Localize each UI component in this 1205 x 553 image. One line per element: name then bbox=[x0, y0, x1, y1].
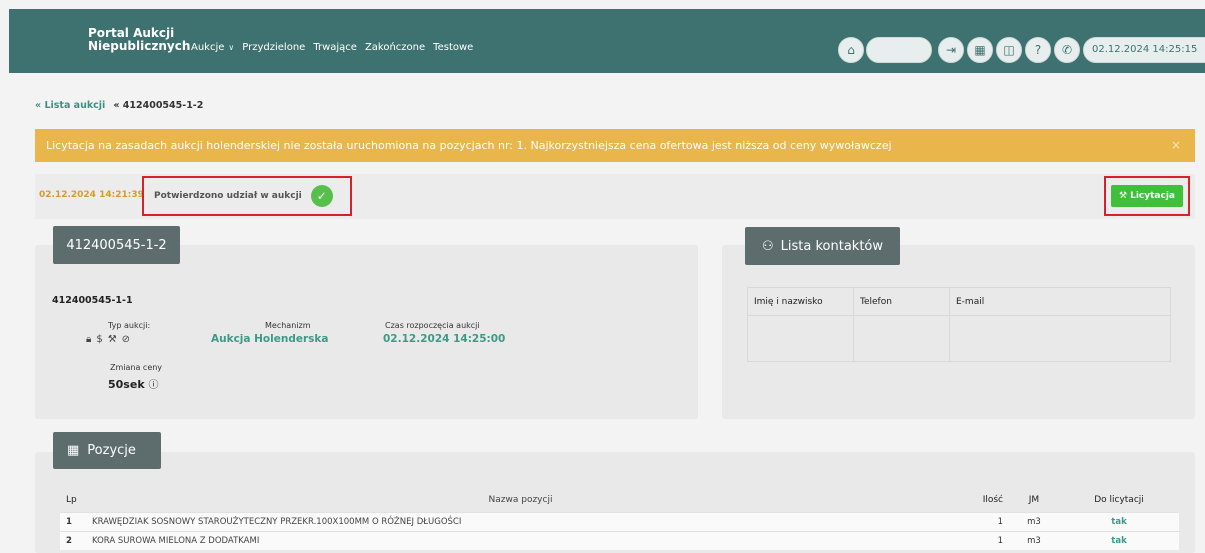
table-row[interactable]: 1 KRAWĘDZIAK SOSNOWY STAROUŻYTECZNY PRZE… bbox=[60, 511, 1179, 531]
phone-button[interactable]: ✆ bbox=[1054, 37, 1080, 63]
dollar-icon: $ bbox=[96, 334, 108, 345]
alert-close-button[interactable]: × bbox=[1171, 129, 1181, 162]
positions-card: Lp Nazwa pozycji Ilość JM Do licytacji 1… bbox=[35, 452, 1195, 553]
calculator-button[interactable]: ▦ bbox=[967, 37, 993, 63]
top-navbar: Portal Aukcji Niepublicznych Aukcje ∨ Prz… bbox=[9, 9, 1205, 73]
info-icon[interactable]: ⓘ bbox=[148, 380, 158, 391]
positions-tab-header: ▦ Pozycje bbox=[53, 432, 161, 469]
col-phone: Telefon bbox=[853, 287, 950, 316]
col-unit: JM bbox=[1028, 494, 1040, 505]
breadcrumb-back-link[interactable]: « Lista aukcji bbox=[35, 100, 105, 111]
contacts-tab-header: ⚇ Lista kontaktów bbox=[745, 227, 900, 265]
warning-alert: Licytacja na zasadach aukcji holenderski… bbox=[35, 129, 1195, 162]
price-change-value: 50sek ⓘ bbox=[108, 378, 159, 391]
grid-icon: ▦ bbox=[67, 443, 80, 458]
breadcrumb: « Lista aukcji « 412400545-1-2 bbox=[35, 100, 203, 111]
breadcrumb-current[interactable]: « 412400545-1-2 bbox=[113, 100, 203, 111]
hidden-icon: ⊘ bbox=[121, 334, 136, 345]
chevron-down-icon: ∨ bbox=[228, 43, 235, 52]
col-email: E-mail bbox=[949, 287, 1171, 316]
home-icon: ⌂ bbox=[847, 43, 855, 57]
logout-icon: ⇥ bbox=[945, 43, 957, 57]
calculator-icon: ▦ bbox=[974, 43, 986, 57]
auction-tab-header: 412400545-1-2 bbox=[53, 226, 180, 264]
book-icon: ◫ bbox=[1003, 43, 1015, 57]
auction-type-icons: 🔒︎$⚒⊘ bbox=[86, 334, 135, 345]
book-button[interactable]: ◫ bbox=[996, 37, 1022, 63]
help-icon: ? bbox=[1034, 43, 1042, 57]
auction-details-card: 412400545-1-1 Typ aukcji: 🔒︎$⚒⊘ Mechaniz… bbox=[35, 245, 698, 419]
start-time-value: 02.12.2024 14:25:00 bbox=[383, 333, 506, 345]
col-name: Imię i nazwisko bbox=[747, 287, 854, 316]
nav-item-aukcje[interactable]: Aukcje ∨ bbox=[191, 42, 234, 53]
col-quantity: Ilość bbox=[982, 494, 1003, 505]
help-button[interactable]: ? bbox=[1025, 37, 1051, 63]
auction-id: 412400545-1-1 bbox=[52, 295, 133, 306]
auction-type-label: Typ aukcji: bbox=[108, 321, 151, 330]
current-datetime: 02.12.2024 14:25:15 bbox=[1083, 37, 1205, 63]
gavel-icon: ⚒ bbox=[107, 334, 122, 345]
col-position-name: Nazwa pozycji bbox=[488, 494, 553, 505]
bid-button-highlight: ⚒ Licytacja bbox=[1104, 176, 1190, 216]
logout-button[interactable]: ⇥ bbox=[938, 37, 964, 63]
table-row[interactable]: 2 KORA SUROWA MIELONA Z DODATKAMI 1 m3 t… bbox=[60, 530, 1179, 550]
nav-item-trwajace[interactable]: Trwające bbox=[313, 42, 357, 53]
start-time-label: Czas rozpoczęcia aukcji bbox=[385, 321, 480, 330]
nav-item-zakonczone[interactable]: Zakończone bbox=[365, 42, 425, 53]
check-icon: ✓ bbox=[310, 185, 333, 207]
participation-confirmed-text: Potwierdzono udział w aukcji bbox=[154, 191, 302, 201]
main-nav: Aukcje ∨ Przydzielone Trwające Zakończone… bbox=[191, 42, 473, 53]
nav-item-testowe[interactable]: Testowe bbox=[433, 42, 473, 53]
positions-table: Lp Nazwa pozycji Ilość JM Do licytacji 1… bbox=[60, 488, 1179, 550]
mechanism-label: Mechanizm bbox=[265, 321, 311, 330]
nav-item-przydzielone[interactable]: Przydzielone bbox=[242, 42, 305, 53]
gavel-icon: ⚒ bbox=[1119, 191, 1128, 201]
phone-icon: ✆ bbox=[1061, 43, 1073, 57]
col-to-bid: Do licytacji bbox=[1094, 494, 1144, 505]
alert-text: Licytacja na zasadach aukcji holenderski… bbox=[46, 139, 892, 152]
user-icon: ⚇ bbox=[761, 238, 774, 254]
table-row bbox=[747, 315, 1171, 362]
home-button[interactable]: ⌂ bbox=[838, 37, 864, 63]
col-lp: Lp bbox=[66, 494, 77, 505]
user-pill-button[interactable] bbox=[866, 37, 932, 63]
participation-confirmed-box: Potwierdzono udział w aukcji ✓ bbox=[142, 176, 352, 216]
contacts-card: Imię i nazwisko Telefon E-mail bbox=[722, 245, 1195, 419]
bid-button[interactable]: ⚒ Licytacja bbox=[1111, 185, 1183, 207]
price-change-label: Zmiana ceny bbox=[110, 363, 163, 372]
contacts-table: Imię i nazwisko Telefon E-mail bbox=[747, 287, 1171, 362]
mechanism-value: Aukcja Holenderska bbox=[211, 333, 329, 345]
brand-logo-text[interactable]: Portal Aukcji Niepublicznych bbox=[88, 27, 190, 53]
status-timestamp: 02.12.2024 14:21:39 bbox=[39, 190, 144, 200]
lock-icon: 🔒︎ bbox=[86, 334, 97, 345]
status-row: 02.12.2024 14:21:39 Potwierdzono udział … bbox=[35, 174, 1195, 219]
